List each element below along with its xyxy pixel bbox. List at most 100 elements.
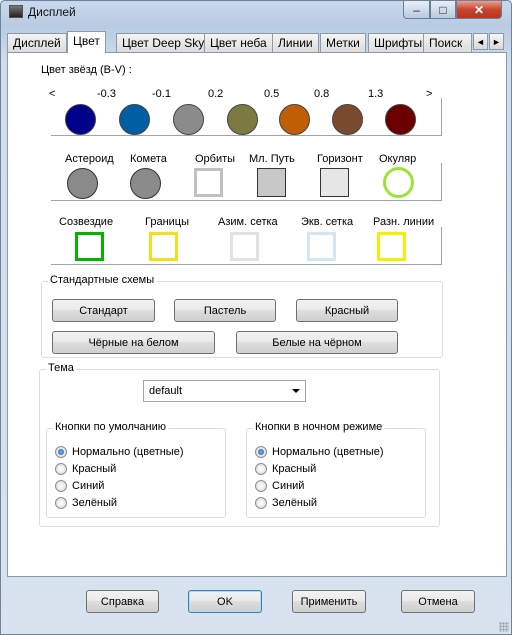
scheme-black-on-white-button[interactable]: Чёрные на белом [52,331,215,354]
radio-label: Красный [272,463,317,475]
section-divider [51,135,442,136]
close-button[interactable]: ✕ [456,1,502,19]
tab-sky-color[interactable]: Цвет неба [204,33,273,52]
orbits-color-swatch[interactable] [194,168,223,197]
comet-color-swatch[interactable] [130,168,161,199]
section-divider [441,163,442,200]
asteroid-color-swatch[interactable] [67,168,98,199]
misc-lines-color-swatch[interactable] [377,232,406,261]
milky-way-color-swatch[interactable] [257,168,286,197]
line-label: Экв. сетка [301,216,354,228]
standard-schemes-title: Стандартные схемы [48,274,157,286]
radio-icon [255,480,267,492]
radio-icon [55,463,67,475]
object-label: Мл. Путь [249,153,295,165]
tab-labels[interactable]: Метки [320,33,366,52]
default-buttons-title: Кнопки по умолчанию [53,421,169,433]
tab-scroll-right-icon[interactable]: ► [489,33,504,50]
radio-icon [255,497,267,509]
star-range-more: > [426,88,433,100]
dialog-window: Дисплей – □ ✕ Дисплей Цвет Цвет Deep Sky… [0,0,512,635]
star-color-swatch[interactable] [227,104,258,135]
default-radio-normal[interactable]: Нормально (цветные) [55,446,184,458]
resize-grip-icon[interactable] [499,622,509,632]
bv-value: -0.3 [97,88,116,100]
tab-lines[interactable]: Линии [272,33,319,52]
radio-icon [255,463,267,475]
radio-checked-icon [55,446,67,458]
bv-value: -0.1 [152,88,171,100]
chevron-down-icon [292,389,300,393]
tab-search[interactable]: Поиск [423,33,472,52]
equatorial-grid-color-swatch[interactable] [307,232,336,261]
scheme-white-on-black-button[interactable]: Белые на чёрном [236,331,398,354]
default-radio-red[interactable]: Красный [55,463,116,475]
default-radio-green[interactable]: Зелёный [55,497,117,509]
object-label: Окуляр [379,153,417,165]
constellation-color-swatch[interactable] [75,232,104,261]
maximize-button[interactable]: □ [430,1,456,19]
minimize-button[interactable]: – [403,1,430,19]
tab-fonts[interactable]: Шрифты [368,33,429,52]
default-radio-blue[interactable]: Синий [55,480,104,492]
radio-label: Нормально (цветные) [272,446,384,458]
eyepiece-color-swatch[interactable] [383,167,414,198]
theme-select[interactable]: default [143,380,306,402]
tab-display[interactable]: Дисплей [7,33,67,52]
tab-color[interactable]: Цвет [67,31,106,53]
line-label: Разн. линии [373,216,435,228]
bv-value: 0.5 [264,88,280,100]
star-range-less: < [49,88,56,100]
scheme-standard-button[interactable]: Стандарт [52,299,155,322]
ok-button[interactable]: OK [188,590,262,613]
radio-label: Синий [72,480,105,492]
bv-value: 1.3 [368,88,384,100]
radio-checked-icon [255,446,267,458]
star-color-swatch[interactable] [332,104,363,135]
horizon-color-swatch[interactable] [320,168,349,197]
bv-value: 0.2 [208,88,224,100]
tab-scroll-left-icon[interactable]: ◄ [473,33,488,50]
radio-icon [55,497,67,509]
star-colors-label: Цвет звёзд (B-V) : [41,64,132,76]
object-label: Комета [130,153,167,165]
section-divider [51,264,442,265]
radio-icon [55,480,67,492]
bv-value: 0.8 [314,88,330,100]
scheme-red-button[interactable]: Красный [296,299,398,322]
object-label: Астероид [65,153,114,165]
help-button[interactable]: Справка [86,590,159,613]
azimuth-grid-color-swatch[interactable] [230,232,259,261]
star-color-swatch[interactable] [173,104,204,135]
scheme-pastel-button[interactable]: Пастель [174,299,276,322]
radio-label: Нормально (цветные) [72,446,184,458]
tab-deep-sky-color[interactable]: Цвет Deep Sky [116,33,211,52]
night-radio-green[interactable]: Зелёный [255,497,317,509]
object-label: Горизонт [317,153,363,165]
night-radio-blue[interactable]: Синий [255,480,304,492]
window-title: Дисплей [28,5,76,19]
apply-button[interactable]: Применить [292,590,366,613]
night-radio-red[interactable]: Красный [255,463,316,475]
radio-label: Красный [72,463,117,475]
line-label: Азим. сетка [218,216,278,228]
night-radio-normal[interactable]: Нормально (цветные) [255,446,384,458]
display-app-icon [9,5,23,18]
line-label: Границы [145,216,189,228]
section-divider [441,98,442,135]
title-bar: Дисплей – □ ✕ [1,1,511,23]
object-label: Орбиты [195,153,236,165]
radio-label: Синий [272,480,305,492]
section-divider [51,200,442,201]
radio-label: Зелёный [72,497,118,509]
star-color-swatch[interactable] [385,104,416,135]
star-color-swatch[interactable] [119,104,150,135]
cancel-button[interactable]: Отмена [401,590,475,613]
theme-title: Тема [46,362,76,374]
tab-strip: Дисплей Цвет Цвет Deep Sky Цвет неба Лин… [7,31,507,53]
boundaries-color-swatch[interactable] [149,232,178,261]
star-color-swatch[interactable] [65,104,96,135]
radio-label: Зелёный [272,497,318,509]
night-buttons-title: Кнопки в ночном режиме [253,421,385,433]
star-color-swatch[interactable] [279,104,310,135]
